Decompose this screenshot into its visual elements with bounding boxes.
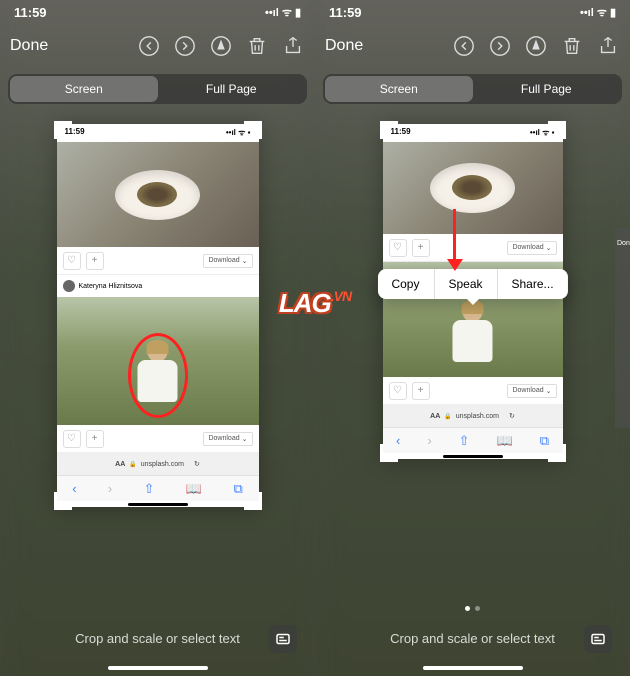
refresh-icon: ↻ [509, 412, 515, 420]
markup-icon[interactable] [524, 34, 548, 58]
bottom-bar: Crop and scale or select text [0, 617, 315, 660]
bookmarks-icon: 📖 [186, 481, 202, 497]
toolbar: Done [0, 24, 315, 68]
status-indicators: ••ıl ᯤ ▮ [580, 5, 616, 20]
download-button: Download⌄ [203, 254, 252, 268]
copy-option[interactable]: Copy [377, 269, 434, 299]
page-dots [315, 600, 630, 617]
home-indicator [0, 660, 315, 676]
bookmarks-icon: 📖 [497, 433, 513, 449]
screenshot-preview[interactable]: 11:59••ıl ᯤ ▪ ♡ + Download⌄ Kateryna Hli… [57, 124, 259, 507]
preview-status-bar: 11:59••ıl ᯤ ▪ [57, 124, 259, 142]
author-name: Kateryna Hliznitsova [79, 283, 143, 290]
red-arrow-annotation [447, 209, 463, 279]
back-icon: ‹ [72, 481, 76, 496]
toolbar: Done [315, 24, 630, 68]
screenshot-preview[interactable]: Copy Speak Share... 11:59••ıl ᯤ ▪ ♡ + Do… [383, 124, 563, 459]
status-indicators: ••ıl ᯤ ▮ [265, 5, 301, 20]
forward-icon: › [108, 481, 112, 496]
red-annotation-circle [128, 333, 188, 418]
hint-text: Crop and scale or select text [390, 631, 555, 646]
refresh-icon: ↻ [194, 460, 200, 468]
download-button: Download⌄ [203, 432, 252, 446]
lock-icon: 🔒 [444, 413, 451, 420]
tabs-icon: ⧉ [233, 481, 242, 497]
photo-actions-2: ♡ + Download⌄ [383, 377, 563, 405]
redo-icon[interactable] [488, 34, 512, 58]
photo-actions: ♡ + Download⌄ [383, 234, 563, 262]
bottom-bar: Crop and scale or select text [315, 617, 630, 660]
photo-actions: ♡ + Download⌄ [57, 247, 259, 275]
hint-text: Crop and scale or select text [75, 631, 240, 646]
plus-icon: + [86, 430, 104, 448]
trash-icon[interactable] [560, 34, 584, 58]
lock-icon: 🔒 [129, 461, 136, 468]
share-icon[interactable] [281, 34, 305, 58]
plus-icon: + [86, 252, 104, 270]
preview-status-bar: 11:59••ıl ᯤ ▪ [383, 124, 563, 142]
text-select-icon[interactable] [584, 625, 612, 653]
speak-option[interactable]: Speak [434, 269, 497, 299]
status-bar: 11:59 ••ıl ᯤ ▮ [0, 0, 315, 24]
food-photo [383, 142, 563, 234]
photo-actions-2: ♡ + Download⌄ [57, 425, 259, 453]
safari-url-bar: AA 🔒 unsplash.com ↻ [57, 453, 259, 475]
safari-nav: ‹ › ⇧ 📖 ⧉ [57, 475, 259, 501]
markup-icon[interactable] [209, 34, 233, 58]
plus-icon: + [412, 382, 430, 400]
safari-url-bar: AA 🔒 unsplash.com ↻ [383, 405, 563, 427]
safari-nav: ‹ › ⇧ 📖 ⧉ [383, 427, 563, 453]
share-nav-icon: ⇧ [459, 433, 470, 449]
view-tabs: Screen Full Page [8, 74, 307, 104]
text-select-icon[interactable] [269, 625, 297, 653]
undo-icon[interactable] [452, 34, 476, 58]
undo-icon[interactable] [137, 34, 161, 58]
heart-icon: ♡ [389, 239, 407, 257]
phone-left: 11:59 ••ıl ᯤ ▮ Done Screen Full Page 11:… [0, 0, 315, 676]
next-page-peek: Done [615, 228, 630, 428]
trash-icon[interactable] [245, 34, 269, 58]
status-time: 11:59 [14, 5, 47, 20]
context-menu: Copy Speak Share... [377, 269, 567, 299]
phone-right: 11:59 ••ıl ᯤ ▮ Done Screen Full Page Don… [315, 0, 630, 676]
done-button[interactable]: Done [325, 37, 363, 55]
avatar [63, 280, 75, 292]
food-photo [57, 142, 259, 247]
kid-photo [57, 297, 259, 425]
tab-fullpage[interactable]: Full Page [158, 76, 306, 102]
share-nav-icon: ⇧ [144, 481, 155, 497]
forward-icon: › [427, 433, 431, 448]
status-time: 11:59 [329, 5, 362, 20]
share-icon[interactable] [596, 34, 620, 58]
author-row: Kateryna Hliznitsova [57, 275, 259, 297]
done-button[interactable]: Done [10, 37, 48, 55]
tab-screen[interactable]: Screen [325, 76, 473, 102]
tab-screen[interactable]: Screen [10, 76, 158, 102]
heart-icon: ♡ [389, 382, 407, 400]
heart-icon: ♡ [63, 430, 81, 448]
tab-fullpage[interactable]: Full Page [473, 76, 621, 102]
redo-icon[interactable] [173, 34, 197, 58]
plus-icon: + [412, 239, 430, 257]
view-tabs: Screen Full Page [323, 74, 622, 104]
heart-icon: ♡ [63, 252, 81, 270]
watermark: LAG.VN [279, 288, 351, 319]
home-indicator [315, 660, 630, 676]
download-button: Download⌄ [507, 241, 556, 255]
share-option[interactable]: Share... [498, 269, 568, 299]
download-button: Download⌄ [507, 384, 556, 398]
status-bar: 11:59 ••ıl ᯤ ▮ [315, 0, 630, 24]
